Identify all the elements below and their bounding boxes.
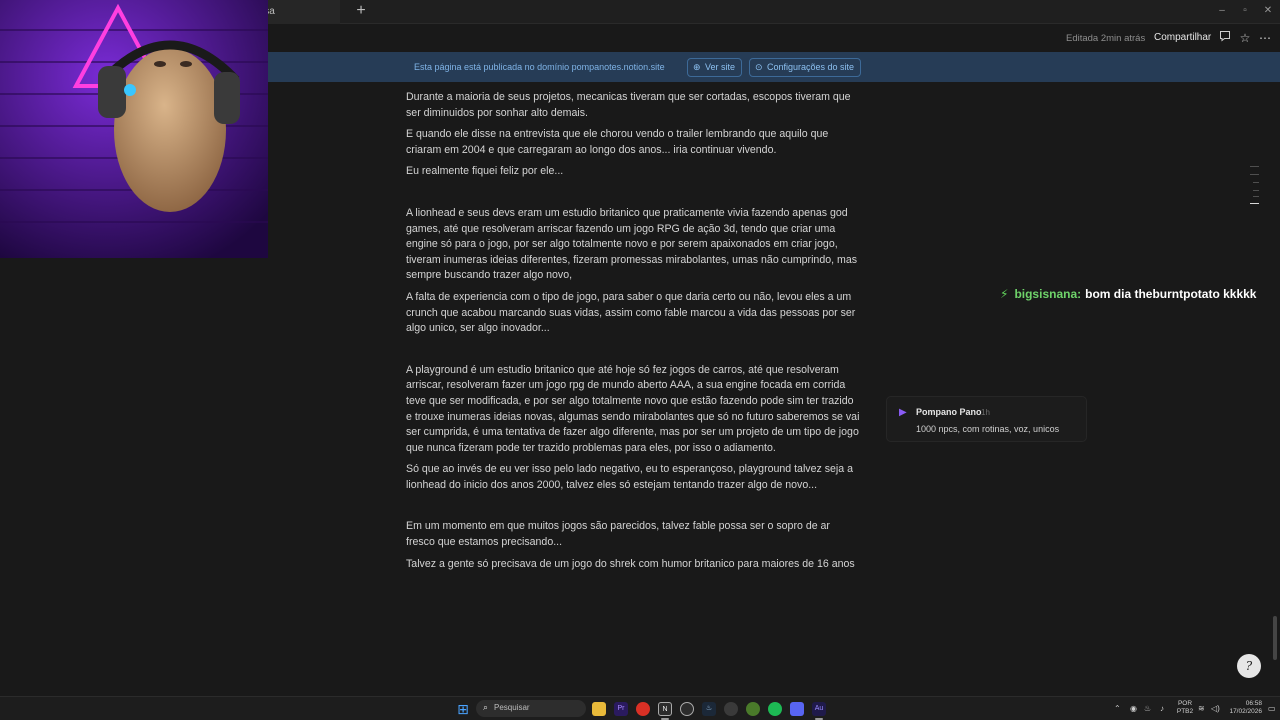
notification-icon[interactable]: ▭ [1268, 704, 1276, 713]
new-tab-button[interactable]: + [352, 2, 370, 20]
paragraph[interactable]: Eu realmente fiquei feliz por ele... [406, 164, 860, 180]
toc-marker[interactable] [1253, 190, 1259, 191]
taskbar-search-placeholder: Pesquisar [494, 703, 530, 712]
site-settings-label: Configurações do site [767, 62, 855, 72]
file-explorer-icon[interactable] [592, 702, 606, 716]
comment-card[interactable]: ▶ Pompano Pano 1h 1000 npcs, com rotinas… [886, 396, 1087, 442]
clock-time: 06:58 [1245, 700, 1262, 707]
site-settings-button[interactable]: ⊙ Configurações do site [749, 58, 862, 77]
audition-icon[interactable]: Au [812, 702, 826, 716]
scrollbar-thumb[interactable] [1273, 616, 1277, 660]
windows-start-icon[interactable]: ⊞ [456, 702, 470, 716]
tray-steam-icon[interactable]: ♨ [1144, 704, 1151, 713]
language-indicator[interactable]: POR PTB2 [1176, 700, 1194, 716]
page-content[interactable]: Durante a maioria de seus projetos, meca… [406, 90, 860, 578]
view-site-button[interactable]: ⊕ Ver site [687, 58, 743, 77]
toc-marker[interactable] [1253, 182, 1259, 183]
chat-badge-icon: ⚡ [1000, 287, 1009, 301]
favorite-star-icon[interactable]: ☆ [1237, 30, 1253, 46]
webcam-image [0, 0, 268, 258]
empty-block[interactable] [406, 343, 860, 363]
comment-author: Pompano Pano [916, 407, 982, 417]
volume-icon[interactable]: ◁) [1211, 704, 1220, 713]
comment-time: 1h [981, 408, 990, 417]
paragraph[interactable]: Durante a maioria de seus projetos, meca… [406, 90, 860, 121]
spotify-icon[interactable] [768, 702, 782, 716]
search-icon: ⌕ [483, 702, 489, 712]
toc-marker-active[interactable] [1250, 203, 1259, 204]
paragraph[interactable]: Em um momento em que muitos jogos são pa… [406, 519, 860, 550]
chrome-icon[interactable] [636, 702, 650, 716]
obs-icon[interactable] [680, 702, 694, 716]
comment-avatar-icon: ▶ [899, 407, 907, 418]
chat-username: bigsisnana: [1014, 287, 1082, 301]
tray-chevron-icon[interactable]: ⌃ [1114, 704, 1121, 713]
published-banner-text: Esta página está publicada no domínio po… [414, 62, 665, 72]
keyboard-layout: PTB2 [1176, 708, 1194, 715]
clock-date: 17/02/2026 [1229, 708, 1262, 715]
app-icon[interactable] [746, 702, 760, 716]
share-button[interactable]: Compartilhar [1154, 32, 1211, 43]
help-button[interactable]: ? [1237, 654, 1261, 678]
paragraph[interactable]: A playground é um estudio britanico que … [406, 363, 860, 457]
close-window-button[interactable]: ✕ [1260, 4, 1276, 18]
taskbar: ⊞ ⌕ Pesquisar Pr N ♨ Au ⌃ ◉ ♨ ♪ POR PTB2… [0, 696, 1280, 720]
paragraph[interactable]: E quando ele disse na entrevista que ele… [406, 127, 860, 158]
toc-marker[interactable] [1253, 196, 1259, 197]
tray-mic-icon[interactable]: ♪ [1160, 704, 1164, 713]
language-code: POR [1177, 700, 1193, 707]
paragraph[interactable]: A falta de experiencia com o tipo de jog… [406, 290, 860, 337]
steam-icon[interactable]: ♨ [702, 702, 716, 716]
minimize-button[interactable]: – [1214, 4, 1230, 18]
paragraph[interactable]: Só que ao invés de eu ver isso pelo lado… [406, 462, 860, 493]
edited-status: Editada 2min atrás [1066, 33, 1146, 44]
paragraph[interactable]: Talvez a gente só precisava de um jogo d… [406, 557, 860, 573]
premiere-icon[interactable]: Pr [614, 702, 628, 716]
taskbar-search[interactable]: ⌕ Pesquisar [476, 700, 586, 717]
comment-text: 1000 npcs, com rotinas, voz, unicos [916, 424, 1060, 434]
taskbar-clock[interactable]: 06:58 17/02/2026 [1226, 700, 1262, 716]
globe-icon: ⊕ [693, 62, 701, 72]
app-icon[interactable] [724, 702, 738, 716]
settings-icon: ⊙ [755, 62, 763, 72]
wifi-icon[interactable]: ≋ [1198, 704, 1205, 713]
paragraph[interactable]: A lionhead e seus devs eram um estudio b… [406, 206, 860, 284]
more-options-icon[interactable]: ⋯ [1257, 30, 1273, 46]
maximize-button[interactable]: ▫ [1237, 4, 1253, 18]
stream-chat-message: ⚡ bigsisnana: bom dia theburntpotato kkkkk [1000, 287, 1256, 301]
discord-icon[interactable] [790, 702, 804, 716]
notion-icon[interactable]: N [658, 702, 672, 716]
app-window: isa + – ▫ ✕ Editada 2min atrás Compartil… [0, 0, 1280, 720]
empty-block[interactable] [406, 499, 860, 519]
toc-marker[interactable] [1250, 174, 1259, 175]
tray-app-icon[interactable]: ◉ [1130, 704, 1137, 713]
chat-message-text: bom dia theburntpotato kkkkk [1085, 287, 1257, 301]
comments-icon[interactable] [1217, 30, 1233, 46]
empty-block[interactable] [406, 186, 860, 206]
webcam-overlay [0, 0, 268, 258]
view-site-label: Ver site [705, 62, 736, 72]
toc-marker[interactable] [1250, 166, 1259, 167]
